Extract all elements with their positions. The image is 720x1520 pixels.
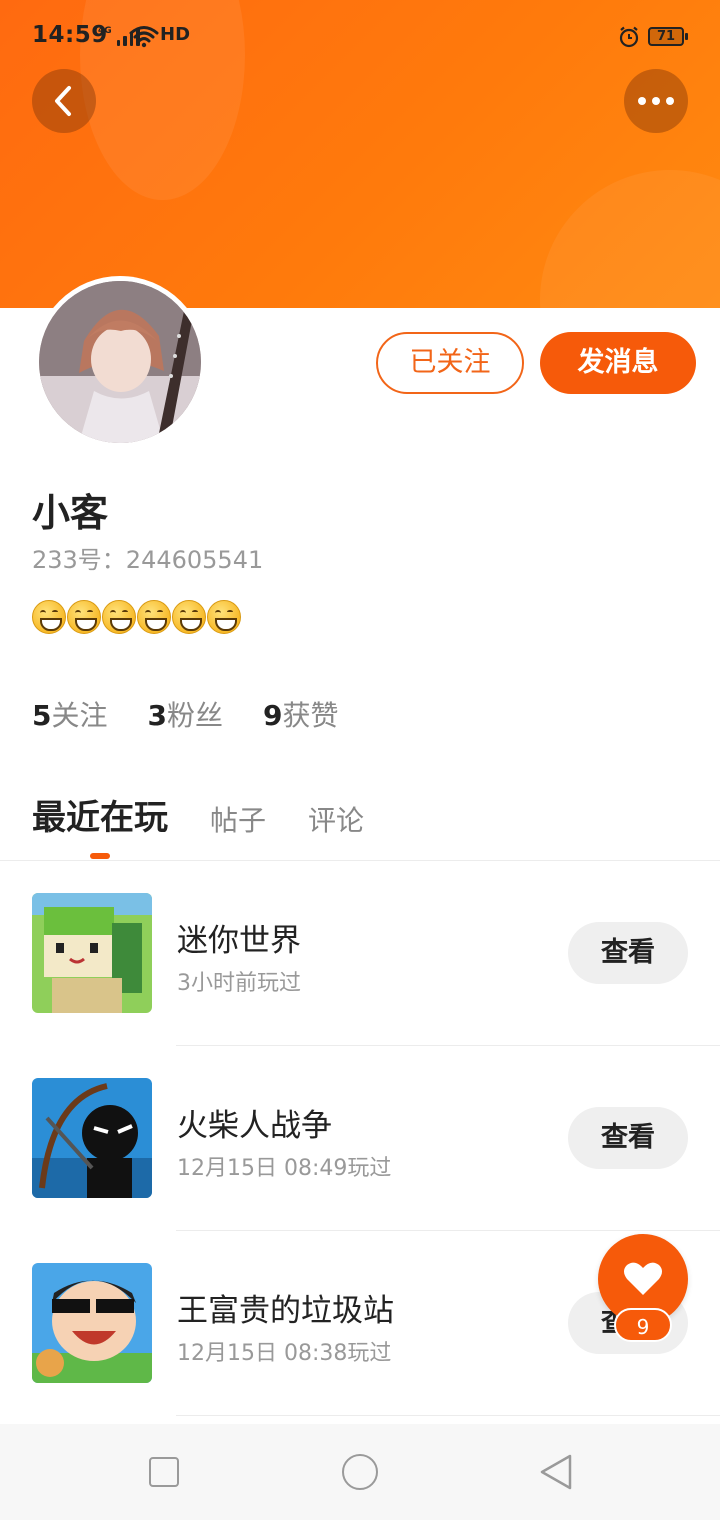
profile-page: 14:59 4G HD 71 已关注 发消息 小客 233号：244605541…	[0, 0, 720, 1520]
grinning-face-icon	[102, 600, 136, 634]
grinning-face-icon	[207, 600, 241, 634]
grinning-face-icon	[172, 600, 206, 634]
avatar-illustration	[39, 281, 201, 443]
game-icon	[32, 893, 152, 1013]
game-title: 迷你世界	[177, 923, 301, 959]
profile-stats: 5关注 3粉丝 9获赞	[32, 694, 339, 734]
game-icon	[32, 1263, 152, 1383]
list-item[interactable]: 迷你世界 3小时前玩过 查看	[0, 861, 720, 1046]
followed-button[interactable]: 已关注	[376, 332, 524, 394]
system-nav-bar	[0, 1424, 720, 1520]
battery-indicator: 71	[648, 27, 688, 46]
stat-likes[interactable]: 9获赞	[263, 694, 339, 734]
wifi-icon	[129, 26, 159, 48]
avatar[interactable]	[34, 276, 206, 448]
avatar-image	[39, 281, 201, 443]
profile-name: 小客	[32, 491, 109, 535]
back-button[interactable]	[32, 69, 96, 133]
stat-following[interactable]: 5关注	[32, 694, 108, 734]
heart-icon	[624, 1262, 662, 1295]
grinning-face-icon	[67, 600, 101, 634]
divider	[176, 1415, 720, 1416]
network-type: 4G	[98, 26, 112, 36]
game-played-time: 12月15日 08:49玩过	[177, 1156, 392, 1181]
grinning-face-icon	[32, 600, 66, 634]
stat-label: 粉丝	[166, 699, 223, 732]
game-icon	[32, 1078, 152, 1198]
stat-number: 9	[263, 699, 283, 732]
profile-uid: 233号：244605541	[32, 546, 264, 574]
status-bar: 14:59 4G HD 71	[0, 0, 720, 76]
stat-followers[interactable]: 3粉丝	[148, 694, 224, 734]
banner-decoration	[540, 170, 720, 308]
triangle-back-icon[interactable]	[538, 1453, 574, 1491]
profile-tabs: 最近在玩 帖子 评论	[32, 790, 406, 839]
profile-bio	[32, 600, 241, 634]
more-dots-icon	[638, 97, 674, 105]
game-played-time: 12月15日 08:38玩过	[177, 1341, 392, 1366]
alarm-icon	[619, 26, 639, 48]
square-icon[interactable]	[149, 1457, 179, 1487]
tab-recently-played[interactable]: 最近在玩	[32, 790, 168, 839]
status-time: 14:59	[32, 22, 108, 48]
game-title: 火柴人战争	[177, 1108, 332, 1144]
send-message-button[interactable]: 发消息	[540, 332, 696, 394]
stat-number: 3	[147, 699, 167, 732]
tab-comments[interactable]: 评论	[308, 799, 364, 839]
like-count-badge: 9	[614, 1308, 672, 1342]
stat-label: 获赞	[282, 699, 339, 732]
view-game-button[interactable]: 查看	[568, 1107, 688, 1169]
grinning-face-icon	[137, 600, 171, 634]
hd-indicator: HD	[160, 24, 191, 45]
chevron-left-icon	[55, 86, 71, 116]
stat-label: 关注	[51, 699, 108, 732]
profile-banner: 14:59 4G HD 71	[0, 0, 720, 308]
more-options-button[interactable]	[624, 69, 688, 133]
view-game-button[interactable]: 查看	[568, 922, 688, 984]
game-played-time: 3小时前玩过	[177, 971, 301, 996]
list-item[interactable]: 火柴人战争 12月15日 08:49玩过 查看	[0, 1046, 720, 1231]
tab-posts[interactable]: 帖子	[210, 799, 266, 839]
circle-icon[interactable]	[342, 1454, 378, 1490]
active-tab-indicator	[90, 853, 110, 859]
stat-number: 5	[32, 699, 52, 732]
game-title: 王富贵的垃圾站	[177, 1293, 394, 1329]
